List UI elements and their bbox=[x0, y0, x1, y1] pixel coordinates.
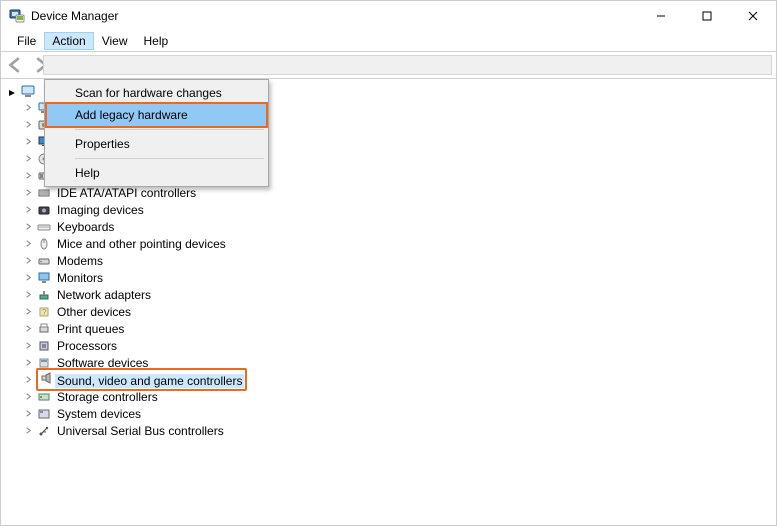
chevron-right-icon[interactable] bbox=[23, 290, 33, 300]
printer-icon bbox=[36, 321, 52, 337]
tree-node-label: Imaging devices bbox=[55, 202, 146, 218]
expand-icon[interactable] bbox=[7, 86, 17, 96]
menubar: File Action View Help bbox=[1, 31, 776, 51]
chevron-right-icon[interactable] bbox=[23, 375, 33, 385]
back-button[interactable] bbox=[5, 54, 27, 76]
monitor-icon bbox=[36, 270, 52, 286]
chevron-right-icon[interactable] bbox=[23, 171, 33, 181]
chevron-right-icon[interactable] bbox=[23, 222, 33, 232]
tree-node-label: Modems bbox=[55, 253, 105, 269]
mouse-icon bbox=[36, 236, 52, 252]
tree-node[interactable]: Network adapters bbox=[23, 286, 776, 303]
imaging-icon bbox=[36, 202, 52, 218]
device-manager-icon bbox=[9, 8, 25, 24]
tree-node-label: System devices bbox=[55, 406, 143, 422]
tree-node-label: Print queues bbox=[55, 321, 126, 337]
chevron-right-icon[interactable] bbox=[23, 205, 33, 215]
tree-node[interactable]: Processors bbox=[23, 337, 776, 354]
menu-item-properties[interactable]: Properties bbox=[47, 133, 266, 155]
tree-node[interactable]: Modems bbox=[23, 252, 776, 269]
menu-item-label: Add legacy hardware bbox=[75, 107, 188, 123]
menu-item-scan[interactable]: Scan for hardware changes bbox=[47, 82, 266, 104]
chevron-right-icon[interactable] bbox=[23, 154, 33, 164]
toolbar-dropdown-overlay bbox=[43, 55, 772, 75]
chevron-right-icon[interactable] bbox=[23, 137, 33, 147]
sound-icon bbox=[39, 370, 55, 386]
tree-node-label: Other devices bbox=[55, 304, 133, 320]
tree-node-label: Monitors bbox=[55, 270, 105, 286]
toolbar bbox=[1, 51, 776, 79]
chevron-right-icon[interactable] bbox=[23, 188, 33, 198]
close-button[interactable] bbox=[730, 1, 776, 31]
tree-node-label: Network adapters bbox=[55, 287, 153, 303]
minimize-button[interactable] bbox=[638, 1, 684, 31]
chevron-right-icon[interactable] bbox=[23, 409, 33, 419]
cpu-icon bbox=[36, 338, 52, 354]
chevron-right-icon[interactable] bbox=[23, 426, 33, 436]
tree-node-label: Keyboards bbox=[55, 219, 116, 235]
titlebar: Device Manager bbox=[1, 1, 776, 31]
keyboard-icon bbox=[36, 219, 52, 235]
tree-node[interactable]: Storage controllers bbox=[23, 388, 776, 405]
chevron-right-icon[interactable] bbox=[23, 103, 33, 113]
menu-item-label: Help bbox=[75, 165, 100, 181]
tree-node[interactable]: Universal Serial Bus controllers bbox=[23, 422, 776, 439]
tree-node-label: Sound, video and game controllers bbox=[55, 374, 244, 388]
menu-help[interactable]: Help bbox=[136, 32, 177, 50]
menu-item-add-legacy[interactable]: Add legacy hardware bbox=[47, 104, 266, 126]
tree-node[interactable]: Print queues bbox=[23, 320, 776, 337]
computer-root-icon bbox=[20, 83, 36, 99]
menu-action[interactable]: Action bbox=[44, 32, 93, 50]
menu-separator bbox=[75, 158, 264, 159]
chevron-right-icon[interactable] bbox=[23, 273, 33, 283]
chevron-right-icon[interactable] bbox=[23, 307, 33, 317]
chevron-right-icon[interactable] bbox=[23, 239, 33, 249]
chevron-right-icon[interactable] bbox=[23, 256, 33, 266]
menu-separator bbox=[75, 129, 264, 130]
tree-node-label: Mice and other pointing devices bbox=[55, 236, 228, 252]
menu-item-help[interactable]: Help bbox=[47, 162, 266, 184]
tree-node[interactable]: Monitors bbox=[23, 269, 776, 286]
window-title: Device Manager bbox=[31, 9, 118, 23]
tree-node[interactable]: Mice and other pointing devices bbox=[23, 235, 776, 252]
tree-node-label: Universal Serial Bus controllers bbox=[55, 423, 226, 439]
tree-node[interactable]: Imaging devices bbox=[23, 201, 776, 218]
other-icon bbox=[36, 304, 52, 320]
tree-node[interactable]: Sound, video and game controllers bbox=[23, 371, 776, 388]
tree-node[interactable]: Keyboards bbox=[23, 218, 776, 235]
storage-icon bbox=[36, 389, 52, 405]
menu-item-label: Properties bbox=[75, 136, 130, 152]
chevron-right-icon[interactable] bbox=[23, 324, 33, 334]
usb-icon bbox=[36, 423, 52, 439]
network-icon bbox=[36, 287, 52, 303]
chevron-right-icon[interactable] bbox=[23, 392, 33, 402]
tree-node-label: Storage controllers bbox=[55, 389, 160, 405]
maximize-button[interactable] bbox=[684, 1, 730, 31]
modem-icon bbox=[36, 253, 52, 269]
menu-item-label: Scan for hardware changes bbox=[75, 85, 222, 101]
action-dropdown-menu: Scan for hardware changes Add legacy har… bbox=[44, 79, 269, 187]
chevron-right-icon[interactable] bbox=[23, 120, 33, 130]
menu-file[interactable]: File bbox=[9, 32, 44, 50]
tree-node-label: Processors bbox=[55, 338, 119, 354]
tree-node[interactable]: Other devices bbox=[23, 303, 776, 320]
tree-node[interactable]: System devices bbox=[23, 405, 776, 422]
system-icon bbox=[36, 406, 52, 422]
device-tree-pane: Scan for hardware changes Add legacy har… bbox=[1, 79, 776, 439]
chevron-right-icon[interactable] bbox=[23, 358, 33, 368]
chevron-right-icon[interactable] bbox=[23, 341, 33, 351]
menu-view[interactable]: View bbox=[94, 32, 136, 50]
